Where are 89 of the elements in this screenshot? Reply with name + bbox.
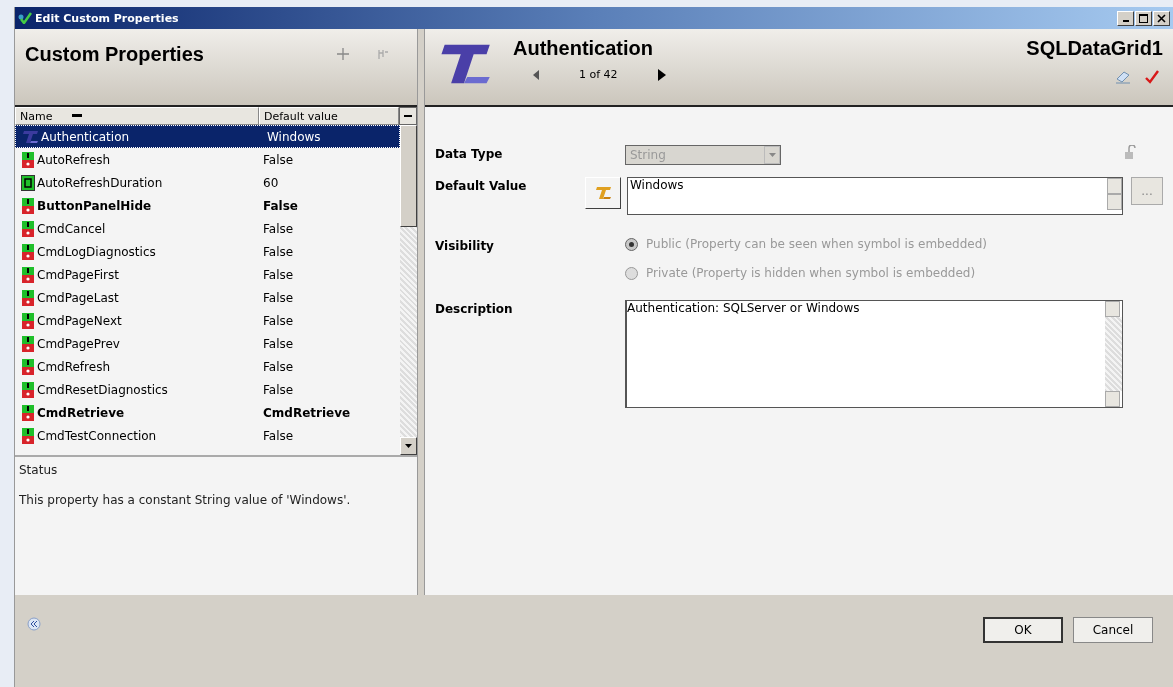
object-name: SQLDataGrid1 [1026,37,1163,60]
toggle-icon [21,427,35,444]
property-name: CmdPageLast [37,290,120,305]
property-name: CmdPagePrev [37,336,121,351]
property-value: False [263,221,294,236]
column-header[interactable]: Name [15,107,259,125]
property-row[interactable]: CmdPageLast False [15,286,400,309]
toggle-icon [21,312,35,329]
property-value: False [263,152,294,167]
property-value: Windows [267,129,321,144]
number-icon [21,174,35,191]
property-value: False [263,382,294,397]
property-value: False [263,244,294,259]
property-name: CmdPageNext [37,313,123,328]
toggle-icon [21,335,35,352]
checkmark-icon [18,12,32,24]
status-text: This property has a constant String value of 'Windows'. [19,493,352,507]
property-value: False [263,198,298,213]
property-name: AutoRefreshDuration [37,175,164,190]
property-name: ButtonPanelHide [37,198,153,213]
property-row[interactable]: CmdRefresh False [15,355,400,378]
property-name: AutoRefresh [37,152,112,167]
close-icon [1157,13,1166,23]
property-value: False [263,267,294,282]
field-label: Default Value [435,178,528,193]
previous-icon[interactable] [533,69,539,80]
next-icon[interactable] [657,68,666,81]
property-row[interactable]: CmdResetDiagnostics False [15,378,400,401]
property-name: CmdTestConnection [37,428,158,443]
property-row[interactable]: CmdPageNext False [15,309,400,332]
property-name: Authentication [41,129,131,144]
property-row[interactable]: CmdPageFirst False [15,263,400,286]
maximize-icon [1139,13,1148,23]
toggle-icon [21,404,35,421]
type-icon [21,129,39,144]
property-value: False [263,290,294,305]
property-row[interactable]: ButtonPanelHide False [15,194,400,217]
property-name: CmdResetDiagnostics [37,382,169,397]
property-title: Authentication [513,37,654,60]
toggle-icon [21,197,35,214]
property-row[interactable]: CmdTestConnection False [15,424,400,447]
property-name: CmdCancel [37,221,107,236]
default-value-field[interactable]: Windows [627,177,1123,215]
type-icon [594,185,612,201]
property-name: CmdRetrieve [37,405,126,420]
property-value: CmdRetrieve [263,405,351,420]
toggle-icon [21,381,35,398]
property-value: 60 [263,175,279,190]
scroll-down-icon[interactable] [405,444,412,448]
property-value: False [263,428,294,443]
minimize-button[interactable] [1117,10,1134,26]
minus-icon [404,114,412,118]
page-counter: 1 of 42 [579,68,618,81]
toggle-icon [21,266,35,283]
close-button[interactable] [1153,10,1170,26]
toggle-icon [21,220,35,237]
property-row[interactable]: AutoRefresh False [15,148,400,171]
property-name: CmdPageFirst [37,267,120,282]
checkmark-icon[interactable] [1145,70,1159,84]
collapse-icon[interactable] [27,617,41,631]
property-name: CmdLogDiagnostics [37,244,157,259]
property-row[interactable]: CmdLogDiagnostics False [15,240,400,263]
property-row[interactable]: AutoRefreshDuration 60 [15,171,400,194]
column-header[interactable]: Default value [259,107,399,125]
type-button[interactable] [585,177,621,209]
property-row[interactable]: Authentication Windows [15,125,400,148]
panel-title: Custom Properties [25,43,205,66]
property-name: CmdRefresh [37,359,111,374]
property-row[interactable]: CmdRetrieve CmdRetrieve [15,401,400,424]
field-label: Data Type [435,146,504,161]
property-row[interactable]: CmdPagePrev False [15,332,400,355]
description-field[interactable]: Authentication: SQLServer or Windows [625,300,1123,408]
toggle-icon [21,289,35,306]
toggle-icon [21,243,35,260]
maximize-button[interactable] [1135,10,1152,26]
status-label: Status [19,463,59,477]
field-label: Description [435,301,514,316]
toggle-icon [21,151,35,168]
property-value: False [263,313,294,328]
property-row[interactable]: CmdCancel False [15,217,400,240]
field-label: Visibility [435,238,495,253]
toggle-icon [21,358,35,375]
scrollbar[interactable] [400,125,417,455]
dialog-button[interactable]: Cancel [1073,617,1153,643]
property-value: False [263,336,294,351]
collapse-button[interactable] [399,107,417,125]
dialog-button[interactable]: OK [983,617,1063,643]
property-value: False [263,359,294,374]
window-title: Edit Custom Properties [35,11,179,25]
